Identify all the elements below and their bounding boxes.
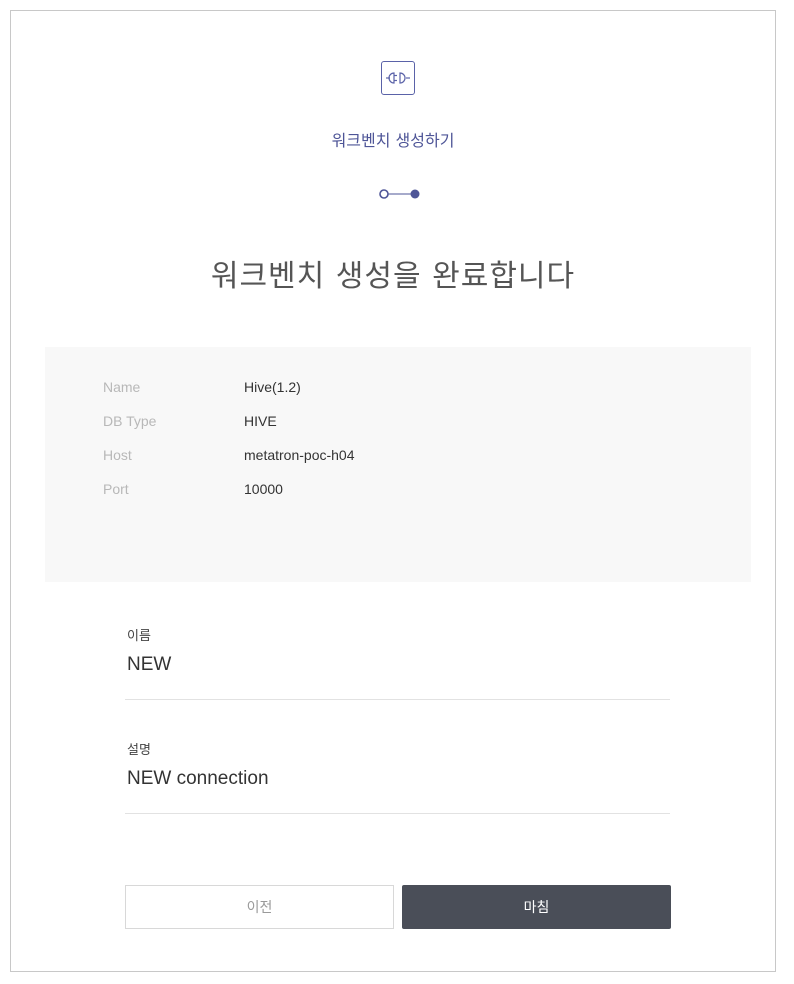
completion-heading: 워크벤치 생성을 완료합니다 [210,259,576,294]
dialog-title: 워크벤치 생성하기 [331,131,455,150]
summary-row-name: Name Hive(1.2) [103,379,301,399]
description-input[interactable] [125,765,674,793]
summary-label: Name [103,379,141,395]
summary-row-db-type: DB Type HIVE [103,413,277,433]
summary-value: HIVE [244,413,277,429]
summary-row-port: Port 10000 [103,481,283,501]
name-field: 이름 [125,625,674,700]
summary-value: Hive(1.2) [244,379,301,395]
step-indicator [378,185,422,199]
summary-row-host: Host metatron-poc-h04 [103,447,355,467]
summary-label: Port [103,481,129,497]
create-workbench-dialog: 워크벤치 생성하기 워크벤치 생성을 완료합니다 Name Hive(1.2) … [10,10,776,972]
summary-value: 10000 [244,481,283,497]
prev-button[interactable]: 이전 [125,885,394,929]
summary-label: Host [103,447,132,463]
step-1-dot [379,189,389,199]
name-field-label: 이름 [127,629,151,644]
description-field-label: 설명 [127,743,151,758]
connection-summary-panel: Name Hive(1.2) DB Type HIVE Host metatro… [45,347,751,582]
step-2-dot [410,189,420,199]
connection-plug-icon [381,61,415,95]
summary-value: metatron-poc-h04 [244,447,355,463]
finish-button[interactable]: 마침 [402,885,671,929]
description-field: 설명 [125,739,674,814]
name-input[interactable] [125,651,674,679]
summary-label: DB Type [103,413,157,429]
